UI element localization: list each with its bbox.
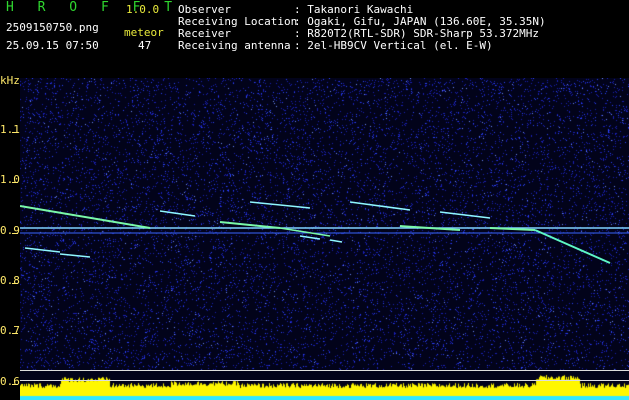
spectrogram bbox=[20, 78, 629, 400]
frequency-tick-mark bbox=[12, 383, 18, 385]
meteor-count: 47 bbox=[138, 39, 152, 52]
meteor-echo bbox=[534, 229, 611, 264]
meteor-echo bbox=[20, 205, 151, 229]
frequency-tick-mark bbox=[12, 282, 18, 284]
filename: 2509150750.png bbox=[6, 21, 99, 34]
datetime: 25.09.15 07:50 bbox=[6, 39, 99, 52]
frequency-tick-mark bbox=[12, 232, 18, 234]
frequency-tick-label: 1.0 bbox=[0, 173, 20, 187]
meteor-echo bbox=[219, 221, 281, 229]
frequency-tick-label: 0.9 bbox=[0, 223, 20, 237]
unit-label: kHz bbox=[0, 74, 20, 87]
meteor-echo bbox=[349, 201, 411, 211]
frequency-tick-mark bbox=[12, 182, 18, 184]
meteor-echo bbox=[249, 201, 311, 209]
meteor-echo bbox=[279, 227, 331, 237]
meteor-label: meteor bbox=[124, 26, 164, 39]
antenna-value: : 2el-HB9CV Vertical (el. E-W) bbox=[294, 39, 493, 52]
frequency-tick-label: 0.8 bbox=[0, 273, 20, 287]
antenna-label: Receiving antenna bbox=[178, 39, 291, 52]
meteor-echo bbox=[329, 239, 343, 243]
frequency-tick-label: 0.7 bbox=[0, 324, 20, 338]
meteor-echo bbox=[159, 210, 196, 217]
meteor-echo bbox=[299, 235, 321, 240]
spectrogram-traces bbox=[20, 201, 629, 264]
frequency-tick-mark bbox=[12, 132, 18, 133]
app-version: 1.0.0 bbox=[126, 3, 160, 16]
frequency-tick-mark bbox=[12, 333, 18, 335]
meteor-echo bbox=[24, 247, 61, 253]
meteor-echo bbox=[439, 211, 491, 219]
frequency-tick-label: 0.6 bbox=[0, 374, 20, 388]
meteor-echo bbox=[59, 253, 91, 258]
level-separator-bottom bbox=[20, 380, 629, 381]
frequency-tick-label: 1.1 bbox=[0, 123, 20, 136]
level-separator-top bbox=[20, 370, 629, 371]
